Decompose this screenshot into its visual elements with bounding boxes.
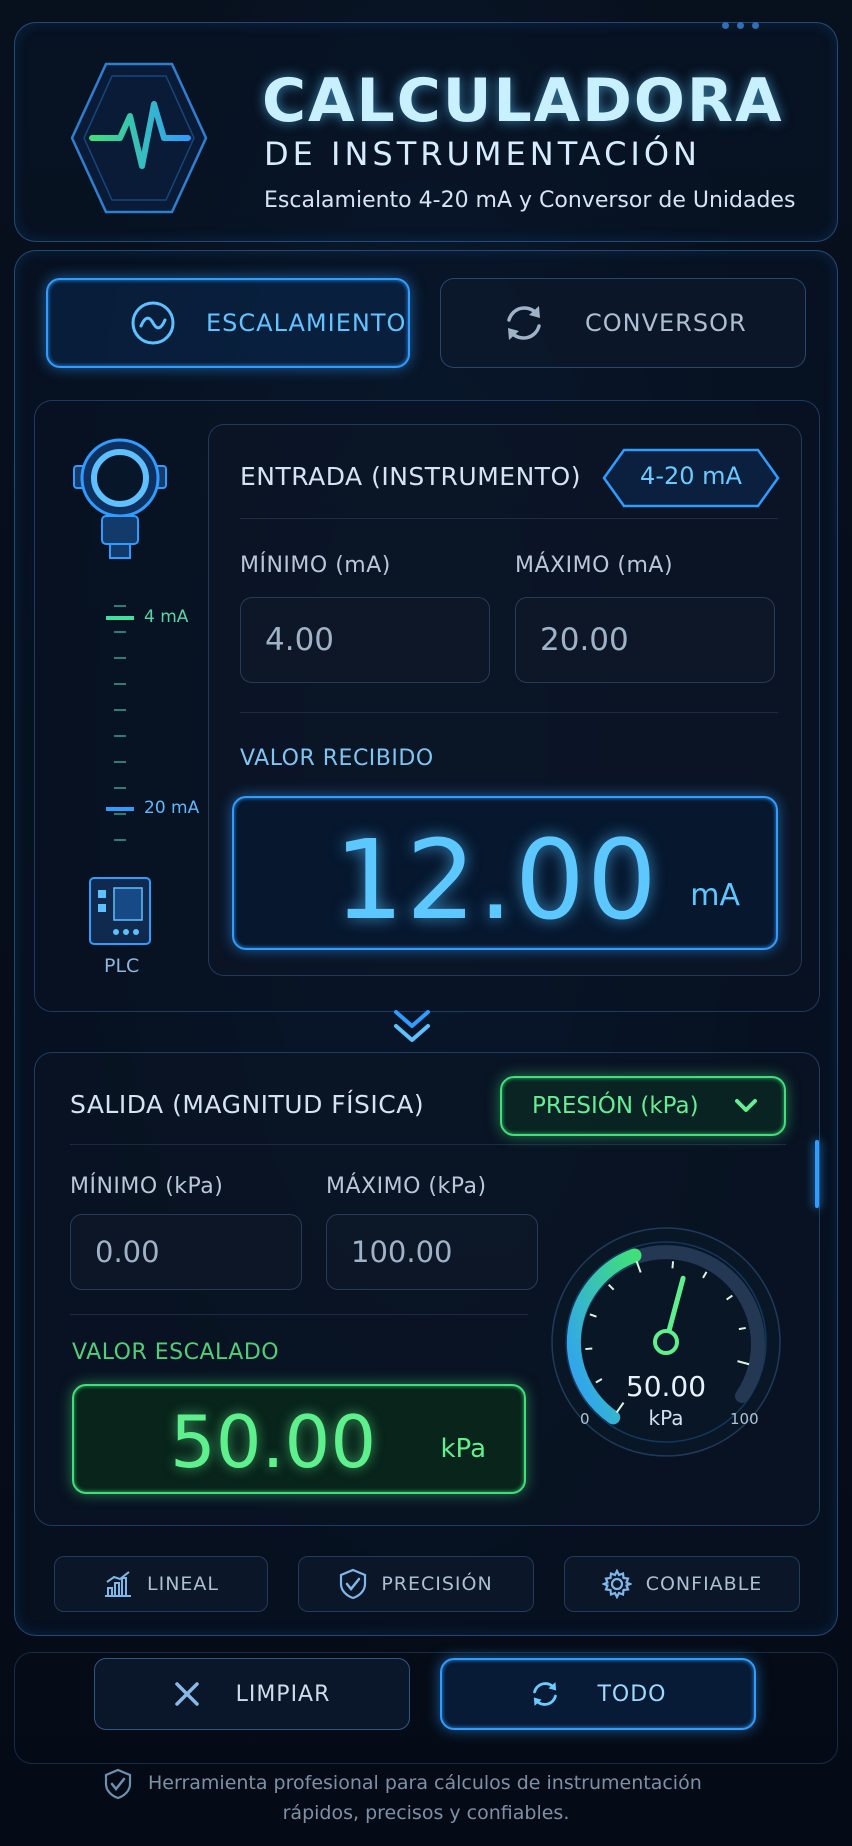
wave-circle-icon [131, 301, 175, 345]
app-tagline: Escalamiento 4-20 mA y Conversor de Unid… [264, 188, 796, 213]
gear-icon [601, 1569, 632, 1599]
edge-glow [815, 1140, 819, 1208]
clear-button-label: LIMPIAR [235, 1681, 331, 1707]
output-max-field[interactable]: 100.00 [326, 1214, 538, 1290]
output-divider-top [70, 1144, 786, 1145]
input-max-field[interactable]: 20.00 [515, 597, 775, 683]
loop-tick-4ma: 4 mA [144, 607, 189, 627]
output-title: SALIDA (MAGNITUD FÍSICA) [70, 1090, 425, 1119]
footer-shield-icon [104, 1768, 132, 1800]
received-unit: mA [690, 878, 740, 913]
refresh-icon [533, 1682, 558, 1706]
gauge-max-label: 100 [730, 1410, 759, 1428]
feature-confiable: CONFIABLE [564, 1556, 800, 1612]
feature-precision: PRECISIÓN [298, 1556, 534, 1612]
pressure-gauge: 50.00 kPa 0 100 [546, 1222, 786, 1462]
gauge-value: 50.00 [625, 1370, 707, 1403]
refresh-arrows-icon [507, 306, 541, 340]
tab-conversor-label: CONVERSOR [585, 309, 747, 337]
tab-escalamiento[interactable]: ESCALAMIENTO [46, 278, 410, 368]
transmitter-loop-diagram [73, 438, 167, 945]
tab-conversor[interactable]: CONVERSOR [440, 278, 806, 368]
shield-check-icon [340, 1568, 367, 1600]
gauge-tick [738, 1326, 746, 1331]
scaled-unit: kPa [440, 1434, 487, 1464]
magnitude-select[interactable]: PRESIÓN (kPa) [500, 1076, 786, 1136]
all-button-label: TODO [597, 1681, 667, 1707]
received-value: 12.00 [334, 816, 659, 944]
footer-line-1: Herramienta profesional para cálculos de… [148, 1772, 702, 1794]
close-icon [174, 1682, 199, 1706]
chevron-down-icon [390, 1004, 434, 1048]
input-range-badge[interactable]: 4-20 mA [602, 448, 780, 508]
output-min-field[interactable]: 0.00 [70, 1214, 302, 1290]
feature-confiable-label: CONFIABLE [645, 1573, 763, 1595]
output-divider-mid [70, 1314, 528, 1315]
feature-precision-label: PRECISIÓN [381, 1573, 493, 1595]
feature-lineal-label: LINEAL [147, 1573, 219, 1595]
scaled-value-display[interactable]: 50.00 kPa [72, 1384, 526, 1494]
input-min-label: MÍNIMO (mA) [240, 553, 391, 578]
clear-button[interactable]: LIMPIAR [94, 1658, 410, 1730]
input-divider-top [240, 518, 778, 519]
loop-diagram [60, 436, 200, 996]
loop-tick-20ma: 20 mA [144, 798, 200, 818]
feature-lineal: LINEAL [54, 1556, 268, 1612]
scaled-value: 50.00 [170, 1400, 377, 1484]
input-range-badge-label: 4-20 mA [640, 462, 742, 490]
received-label: VALOR RECIBIDO [240, 746, 434, 771]
magnitude-select-value: PRESIÓN (kPa) [532, 1093, 699, 1119]
scaled-label: VALOR ESCALADO [72, 1340, 280, 1365]
bar-chart-icon [105, 1571, 131, 1597]
gauge-min-label: 0 [580, 1410, 590, 1428]
tab-escalamiento-label: ESCALAMIENTO [206, 309, 407, 337]
all-button[interactable]: TODO [440, 1658, 756, 1730]
app-subtitle: DE INSTRUMENTACIÓN [264, 135, 701, 173]
gauge-tick [671, 1261, 675, 1269]
pulse-icon [70, 62, 208, 214]
header-dots [722, 22, 772, 30]
chevron-down-icon [734, 1099, 757, 1112]
input-min-field[interactable]: 4.00 [240, 597, 490, 683]
app-title: CALCULADORA [262, 66, 784, 136]
output-min-label: MÍNIMO (kPa) [70, 1174, 224, 1199]
input-divider-mid [240, 712, 778, 713]
input-min-value: 4.00 [265, 622, 335, 658]
output-max-value: 100.00 [351, 1235, 453, 1269]
input-max-label: MÁXIMO (mA) [515, 553, 674, 578]
output-min-value: 0.00 [95, 1235, 160, 1269]
output-max-label: MÁXIMO (kPa) [326, 1174, 487, 1199]
input-max-value: 20.00 [540, 622, 629, 658]
plc-label: PLC [104, 955, 140, 977]
input-title: ENTRADA (INSTRUMENTO) [240, 462, 581, 491]
received-value-display[interactable]: 12.00 mA [232, 796, 778, 950]
footer-line-2: rápidos, precisos y confiables. [282, 1802, 570, 1824]
app-logo [66, 58, 212, 218]
gauge-tick [585, 1347, 593, 1351]
